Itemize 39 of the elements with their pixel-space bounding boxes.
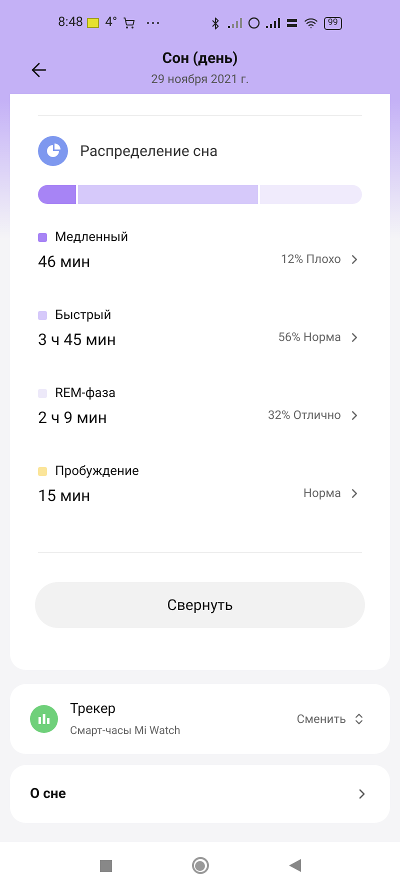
stage-name: REM-фаза xyxy=(55,384,116,402)
status-temperature: 4° xyxy=(105,14,118,32)
collapse-button[interactable]: Свернуть xyxy=(35,582,365,628)
stage-row[interactable]: REM-фаза 2 ч 9 мин 32% Отлично xyxy=(38,360,362,438)
change-tracker-link[interactable]: Сменить xyxy=(296,710,346,728)
stage-name: Медленный xyxy=(55,228,128,246)
notification-icon xyxy=(87,18,100,28)
wifi-icon xyxy=(304,16,318,30)
stage-duration: 46 мин xyxy=(38,251,92,273)
about-title: О сне xyxy=(30,784,66,804)
stage-rating: 12% Плохо xyxy=(280,251,341,268)
bar-chart-icon xyxy=(30,705,58,733)
signal-icon xyxy=(266,18,280,28)
page-title: Сон (день) xyxy=(162,48,238,69)
stage-duration: 15 мин xyxy=(38,485,92,507)
tracker-card[interactable]: Трекер Смарт-часы Mi Watch Сменить xyxy=(10,684,390,754)
section-title: Распределение сна xyxy=(80,140,218,162)
stage-row[interactable]: Быстрый 3 ч 45 мин 56% Норма xyxy=(38,282,362,360)
status-time: 8:48 xyxy=(58,14,84,32)
tracker-device: Смарт-часы Mi Watch xyxy=(70,722,180,739)
stage-rating: 32% Отлично xyxy=(268,407,341,424)
signal-icon xyxy=(228,18,242,28)
stage-row[interactable]: Пробуждение 15 мин Норма xyxy=(38,438,362,516)
stage-rating: Норма xyxy=(303,485,341,502)
pie-chart-icon xyxy=(38,136,68,166)
stage-name: Пробуждение xyxy=(55,462,139,480)
home-button[interactable] xyxy=(192,857,208,874)
back-nav-button[interactable] xyxy=(288,859,300,872)
stage-rating: 56% Норма xyxy=(278,329,341,346)
recents-button[interactable] xyxy=(100,860,112,872)
battery-indicator: 99 xyxy=(324,16,342,30)
page-date: 29 ноября 2021 г. xyxy=(151,70,249,88)
stage-duration: 2 ч 9 мин xyxy=(38,407,108,429)
stage-row[interactable]: Медленный 46 мин 12% Плохо xyxy=(38,204,362,282)
tracker-title: Трекер xyxy=(70,700,117,719)
about-sleep-row[interactable]: О сне xyxy=(10,765,390,823)
cart-icon xyxy=(123,17,136,29)
stage-duration: 3 ч 45 мин xyxy=(38,329,116,351)
stage-name: Быстрый xyxy=(55,306,112,324)
